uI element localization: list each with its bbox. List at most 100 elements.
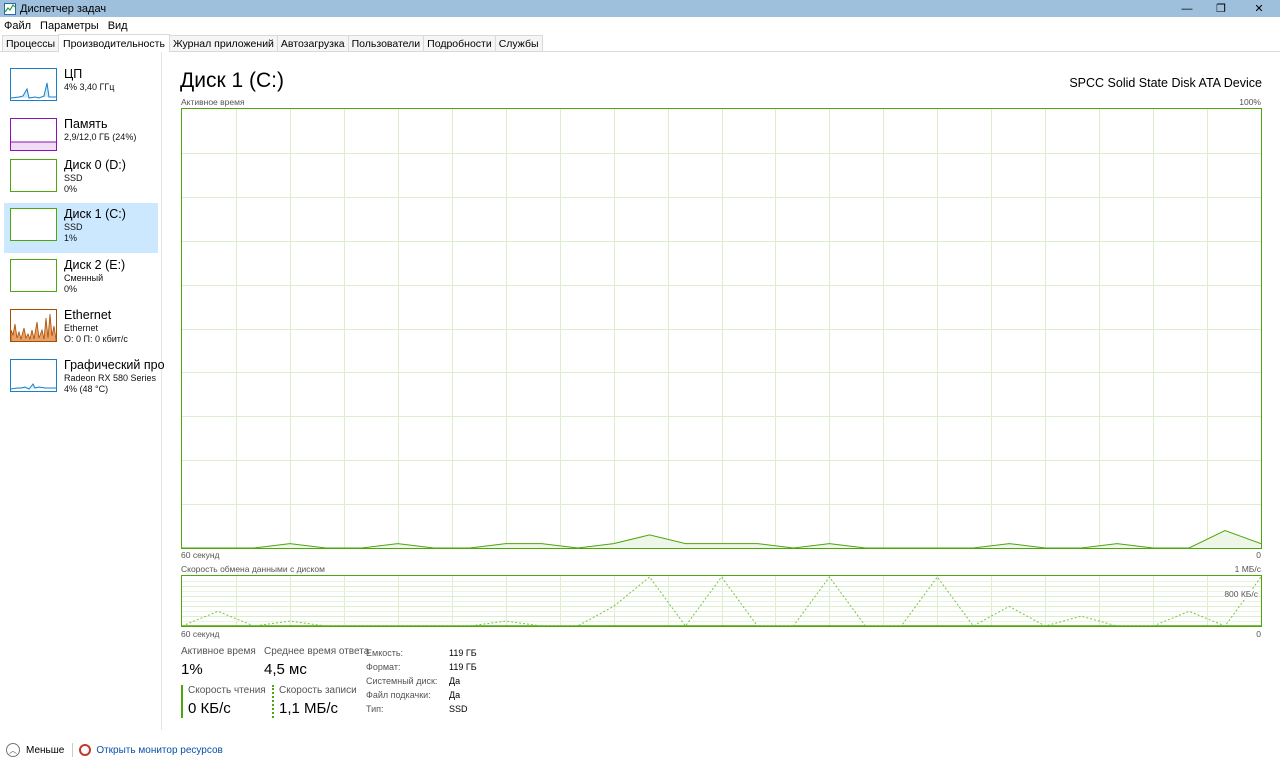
sidebar-item-label: Диск 0 (D:) [64, 158, 126, 172]
maximize-button[interactable]: ❐ [1204, 0, 1238, 17]
write-speed-label: Скорость записи [279, 685, 357, 696]
footer-bar: ︿ Меньше Открыть монитор ресурсов [0, 738, 1280, 762]
cpu-thumbnail-graph [10, 68, 57, 101]
sidebar-item-detail: Radeon RX 580 Series [64, 373, 157, 383]
fewer-details-link[interactable]: Меньше [26, 745, 64, 756]
sidebar-item-ethernet[interactable]: Ethernet Ethernet О: 0 П: 0 кбит/с [4, 304, 158, 354]
write-speed-value: 1,1 МБ/с [279, 700, 339, 717]
graph2-mid-label: 800 КБ/с [1224, 589, 1258, 599]
tab-performance[interactable]: Производительность [58, 34, 170, 52]
sidebar-item-label: Память [64, 117, 108, 131]
tab-users[interactable]: Пользователи [347, 35, 425, 51]
graph2-min-label: 0 [1256, 629, 1261, 639]
info-key: Тип: [366, 704, 384, 714]
graph1-max-label: 100% [1239, 97, 1261, 107]
sidebar-item-label: Графический про [64, 358, 165, 372]
window-title: Диспетчер задач [20, 2, 107, 15]
chevron-up-icon[interactable]: ︿ [6, 743, 20, 757]
read-speed-label: Скорость чтения [188, 685, 266, 696]
disk-info-table: Емкость: 119 ГБ Формат: 119 ГБ Системный… [366, 646, 477, 716]
info-value: SSD [449, 704, 468, 714]
response-time-stat-label: Среднее время ответа [264, 646, 370, 657]
title-bar: Диспетчер задач — ❐ ✕ [0, 0, 1280, 17]
active-time-chart [182, 109, 1261, 548]
tab-startup[interactable]: Автозагрузка [276, 35, 349, 51]
sidebar-item-value: 0% [64, 284, 78, 294]
sidebar-item-detail: SSD [64, 173, 83, 183]
info-value: 119 ГБ [449, 662, 477, 672]
menu-view[interactable]: Вид [108, 20, 128, 32]
footer-divider [72, 743, 74, 757]
menu-options[interactable]: Параметры [40, 20, 99, 32]
response-time-stat-value: 4,5 мс [264, 661, 307, 678]
menu-bar: Файл Параметры Вид [0, 17, 1280, 34]
sidebar-item-value: 1% [64, 233, 78, 243]
sidebar-item-label: Диск 2 (E:) [64, 258, 126, 272]
disk-detail-panel: Диск 1 (C:) SPCC Solid State Disk ATA De… [162, 52, 1280, 730]
sidebar-item-detail: SSD [64, 222, 83, 232]
minimize-button[interactable]: — [1170, 0, 1204, 17]
graph1-min-label: 0 [1256, 550, 1261, 560]
active-time-graph [181, 108, 1262, 549]
sidebar-item-value: 0% [64, 184, 78, 194]
graph2-max-label: 1 МБ/с [1234, 564, 1261, 574]
write-speed-stat: Скорость записи 1,1 МБ/с [272, 685, 357, 718]
info-value: 119 ГБ [449, 648, 477, 658]
task-manager-icon [4, 2, 16, 15]
tab-strip: Процессы Производительность Журнал прило… [0, 34, 1280, 52]
disk0-thumbnail-graph [10, 159, 57, 192]
info-key: Файл подкачки: [366, 690, 431, 700]
sidebar-item-label: Ethernet [64, 308, 112, 322]
disk1-thumbnail-graph [10, 208, 57, 241]
info-row-system-disk: Системный диск: Да [366, 674, 477, 688]
graph2-time-label: 60 секунд [181, 629, 220, 639]
sidebar-item-disk1[interactable]: Диск 1 (C:) SSD 1% [4, 203, 158, 253]
read-speed-value: 0 КБ/с [188, 700, 231, 717]
graph1-time-label: 60 секунд [181, 550, 220, 560]
open-resource-monitor-link[interactable]: Открыть монитор ресурсов [96, 745, 223, 756]
device-name: SPCC Solid State Disk ATA Device [1069, 76, 1262, 90]
sidebar-item-disk2[interactable]: Диск 2 (E:) Сменный 0% [4, 254, 158, 304]
sidebar-item-label: Диск 1 (C:) [64, 207, 126, 221]
ethernet-thumbnail-graph [10, 309, 57, 342]
sidebar-item-detail: 2,9/12,0 ГБ (24%) [64, 132, 137, 142]
tab-app-history[interactable]: Журнал приложений [168, 35, 278, 51]
active-time-stat-value: 1% [181, 661, 203, 678]
active-time-stat-label: Активное время [181, 646, 256, 657]
close-button[interactable]: ✕ [1238, 0, 1280, 17]
memory-thumbnail-graph [10, 118, 57, 151]
transfer-rate-chart [182, 576, 1261, 626]
sidebar-item-value: 4% (48 °C) [64, 384, 109, 394]
sidebar-item-disk0[interactable]: Диск 0 (D:) SSD 0% [4, 154, 158, 204]
gpu-thumbnail-graph [10, 359, 57, 392]
read-speed-stat: Скорость чтения 0 КБ/с [181, 685, 266, 718]
page-title: Диск 1 (C:) [180, 69, 284, 92]
info-key: Системный диск: [366, 676, 438, 686]
info-key: Формат: [366, 662, 401, 672]
disk2-thumbnail-graph [10, 259, 57, 292]
sidebar-item-detail: 4% 3,40 ГГц [64, 82, 115, 92]
graph2-label: Скорость обмена данными с диском [181, 564, 325, 574]
tab-details[interactable]: Подробности [423, 35, 496, 51]
response-time-stat: Среднее время ответа 4,5 мс [264, 646, 369, 678]
info-row-page-file: Файл подкачки: Да [366, 688, 477, 702]
active-time-stat: Активное время 1% [181, 646, 256, 678]
sidebar-item-cpu[interactable]: ЦП 4% 3,40 ГГц [4, 63, 158, 113]
info-row-format: Формат: 119 ГБ [366, 660, 477, 674]
tab-processes[interactable]: Процессы [2, 35, 60, 51]
sidebar-item-gpu[interactable]: Графический про Radeon RX 580 Series 4% … [4, 354, 165, 404]
menu-file[interactable]: Файл [4, 20, 31, 32]
resource-monitor-icon[interactable] [79, 744, 92, 756]
info-key: Емкость: [366, 648, 404, 658]
info-row-capacity: Емкость: 119 ГБ [366, 646, 477, 660]
tab-services[interactable]: Службы [494, 35, 543, 51]
info-value: Да [449, 690, 461, 700]
performance-sidebar: ЦП 4% 3,40 ГГц Память 2,9/12,0 ГБ (24%) … [0, 52, 165, 730]
sidebar-item-value: О: 0 П: 0 кбит/с [64, 334, 128, 344]
info-value: Да [449, 676, 461, 686]
sidebar-item-label: ЦП [64, 67, 83, 81]
sidebar-item-detail: Ethernet [64, 323, 99, 333]
transfer-rate-graph: 800 КБ/с [181, 575, 1262, 627]
info-row-type: Тип: SSD [366, 702, 477, 716]
sidebar-item-detail: Сменный [64, 273, 104, 283]
